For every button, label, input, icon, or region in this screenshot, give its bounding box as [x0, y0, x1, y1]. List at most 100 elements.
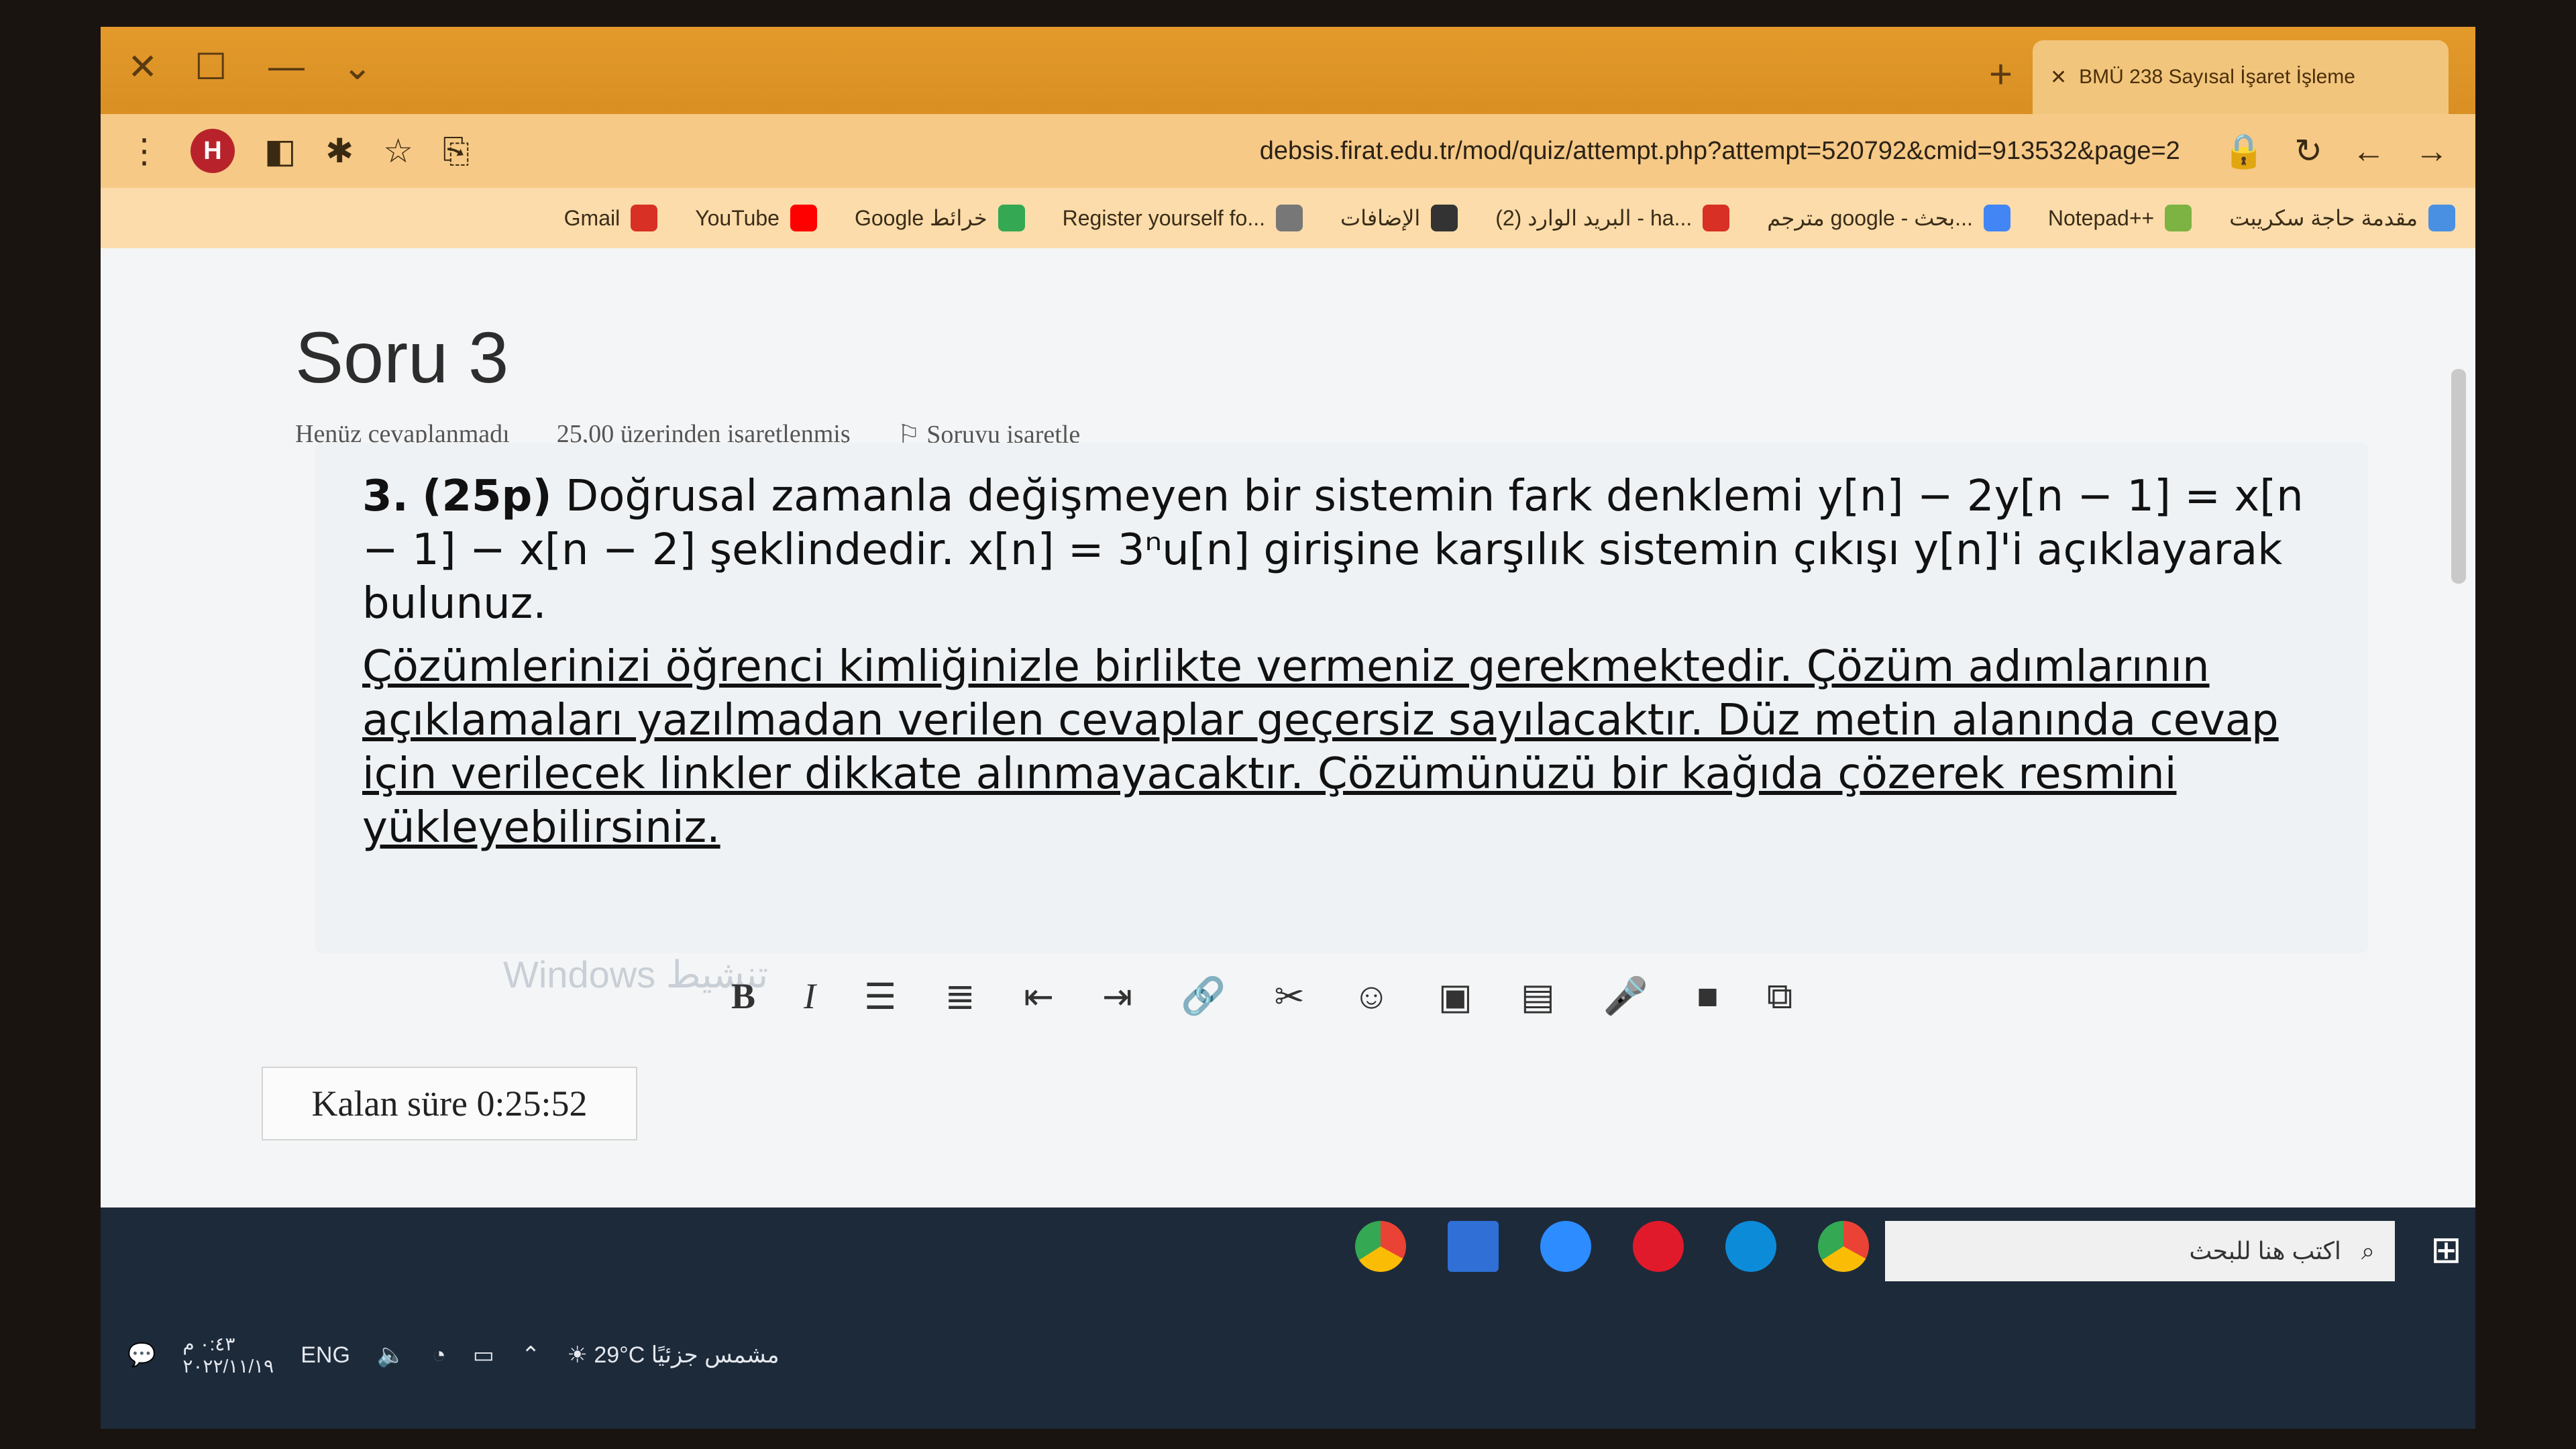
bookmark-item[interactable]: YouTube [695, 205, 817, 231]
bookmark-item[interactable]: مترجم google - بحث... [1767, 205, 2010, 231]
clock-time: ٠:٤٣ م [182, 1334, 235, 1354]
scrollbar[interactable] [2451, 369, 2466, 584]
weather-text: 29°C مشمس جزئيًا [594, 1342, 780, 1368]
bookmark-label: مترجم google - بحث... [1767, 206, 1973, 230]
weather-icon: ☀ [567, 1342, 594, 1368]
bookmark-item[interactable]: البريد الوارد (2) - ha... [1495, 205, 1730, 231]
chrome-icon-2[interactable] [1818, 1221, 1869, 1272]
zoom-icon[interactable] [1540, 1221, 1591, 1272]
outdent-icon[interactable]: ⇤ [1024, 975, 1054, 1018]
bookmark-label: Gmail [564, 205, 621, 230]
bookmark-icon [1431, 205, 1458, 231]
indent-icon[interactable]: ⇥ [1102, 975, 1132, 1018]
numbered-list-icon[interactable]: ≣ [945, 975, 975, 1018]
bookmark-item[interactable]: Register yourself fo... [1063, 205, 1303, 231]
image-icon[interactable]: ▣ [1438, 975, 1472, 1018]
bookmark-label: Notepad++ [2047, 205, 2155, 230]
language-indicator[interactable]: ENG [301, 1342, 350, 1368]
windows-start-icon[interactable]: ⊞ [2430, 1228, 2462, 1272]
bookmark-item[interactable]: Notepad++ [2048, 205, 2192, 231]
share-icon[interactable]: ⎘ [443, 131, 470, 171]
editor-toolbar: B I ☰ ≣ ⇤ ⇥ 🔗 ✂ ☺ ▣ ▤ 🎤 ■ ⧉ [315, 959, 1858, 1033]
remaining-time: Kalan süre 0:25:52 [262, 1067, 637, 1140]
volume-icon[interactable]: 🔈 [377, 1342, 405, 1368]
back-icon[interactable]: ← [2352, 131, 2385, 170]
star-icon[interactable]: ☆ [383, 131, 413, 170]
close-window-icon[interactable]: ✕ [127, 46, 158, 88]
extensions-icon[interactable]: ✱ [325, 131, 354, 170]
clock-date: ٢٠٢٢/١١/١٩ [182, 1356, 274, 1377]
question-header: Soru 3 Henüz cevaplanmadı 25,00 üzerinde… [295, 315, 1080, 449]
minimize-icon[interactable]: — [268, 46, 305, 87]
taskbar-search[interactable]: اكتب هنا للبحث ⌕ [1885, 1221, 2395, 1281]
copy-icon[interactable]: ⧉ [1767, 975, 1793, 1018]
menu-dots-icon[interactable]: ⋮ [127, 131, 161, 170]
bookmark-item[interactable]: مقدمة حاجة سكريبت [2229, 205, 2455, 231]
url-bar[interactable]: debsis.firat.edu.tr/mod/quiz/attempt.php… [499, 137, 2194, 166]
opera-icon[interactable] [1633, 1221, 1684, 1272]
bullet-list-icon[interactable]: ☰ [864, 975, 896, 1018]
question-number: 3. [362, 472, 409, 521]
unlink-icon[interactable]: ✂ [1274, 975, 1304, 1018]
bookmark-icon [631, 205, 658, 231]
search-icon: ⌕ [2361, 1236, 2375, 1265]
question-text: 3. (25p) Doğrusal zamanla değişmeyen bir… [362, 470, 2321, 864]
reload-icon[interactable]: ↻ [2294, 131, 2322, 170]
system-tray: 💬 ٠:٤٣ م ٢٠٢٢/١١/١٩ ENG 🔈 ◔ ▭ ⌃ ☀ 29°C م… [101, 1315, 2475, 1395]
bookmark-label: Register yourself fo... [1062, 205, 1265, 230]
question-title: Soru 3 [295, 317, 509, 398]
chevron-down-icon[interactable]: ⌄ [342, 46, 372, 88]
question-body-1: Doğrusal zamanla değişmeyen bir sistemin… [362, 472, 2304, 629]
taskbar-apps [1355, 1221, 1962, 1272]
bookmark-label: مقدمة حاجة سكريبت [2229, 206, 2418, 230]
bookmark-icon [998, 205, 1025, 231]
question-points: (25p) [422, 472, 552, 521]
bookmark-item[interactable]: Gmail [564, 205, 658, 231]
search-placeholder: اكتب هنا للبحث [2189, 1237, 2341, 1265]
question-body-2: Çözümlerinizi öğrenci kimliğinizle birli… [362, 642, 2279, 853]
question-box: 3. (25p) Doğrusal zamanla değişmeyen bir… [315, 443, 2368, 953]
bookmark-label: الإضافات [1340, 206, 1421, 230]
bookmark-icon [1703, 205, 1730, 231]
video-icon[interactable]: ■ [1697, 975, 1719, 1017]
tab-title: BMÜ 238 Sayısal İşaret İşleme [2079, 66, 2355, 88]
italic-button[interactable]: I [804, 975, 816, 1017]
forward-icon[interactable]: → [2415, 131, 2449, 170]
bookmarks-bar: Gmail YouTube Google خرائط Register yoursel… [101, 188, 2475, 248]
bookmark-label: YouTube [695, 205, 780, 230]
sidebar-icon[interactable]: ◧ [264, 131, 296, 170]
close-tab-icon[interactable]: ✕ [2050, 66, 2067, 89]
maximize-icon[interactable]: ☐ [195, 46, 227, 88]
microphone-icon[interactable]: 🎤 [1603, 975, 1648, 1018]
bookmark-item[interactable]: Google خرائط [855, 205, 1025, 231]
bookmark-item[interactable]: الإضافات [1340, 205, 1458, 231]
laptop-screen: ✕ ☐ — ⌄ + ✕ BMÜ 238 Sayısal İşaret İşlem… [101, 27, 2475, 1429]
bookmark-label: البريد الوارد (2) - ha... [1495, 206, 1693, 230]
bookmark-icon [1983, 205, 2010, 231]
browser-toolbar: ⋮ H ◧ ✱ ☆ ⎘ debsis.firat.edu.tr/mod/quiz… [101, 114, 2475, 188]
store-icon[interactable] [1448, 1221, 1499, 1272]
edge-icon[interactable] [1725, 1221, 1776, 1272]
bold-button[interactable]: B [731, 975, 755, 1017]
bookmark-label: Google خرائط [854, 206, 987, 230]
wifi-icon[interactable]: ◔ [432, 1342, 446, 1368]
notifications-icon[interactable]: 💬 [127, 1342, 156, 1368]
new-tab-button[interactable]: + [1989, 51, 2012, 97]
chrome-icon[interactable] [1355, 1221, 1406, 1272]
chevron-up-icon[interactable]: ⌃ [521, 1342, 541, 1368]
link-icon[interactable]: 🔗 [1181, 975, 1226, 1018]
browser-tab-strip: ✕ ☐ — ⌄ + ✕ BMÜ 238 Sayısal İşaret İşlem… [101, 27, 2475, 114]
bookmark-icon [790, 205, 817, 231]
avatar[interactable]: H [191, 129, 235, 173]
bookmark-icon [2165, 205, 2192, 231]
lock-icon: 🔒 [2222, 131, 2265, 170]
bookmark-icon [2428, 205, 2455, 231]
weather-widget[interactable]: ☀ 29°C مشمس جزئيًا [567, 1342, 779, 1368]
windows-taskbar: اكتب هنا للبحث ⌕ ⊞ 💬 ٠:٤٣ م ٢٠٢٢/١١/١٩ E… [101, 1208, 2475, 1429]
tab-active[interactable]: ✕ BMÜ 238 Sayısal İşaret İşleme [2033, 40, 2449, 114]
clock[interactable]: ٠:٤٣ م ٢٠٢٢/١١/١٩ [182, 1333, 274, 1377]
bookmark-icon [1275, 205, 1303, 231]
battery-icon[interactable]: ▭ [473, 1342, 494, 1368]
emoji-icon[interactable]: ☺ [1353, 975, 1390, 1017]
media-icon[interactable]: ▤ [1521, 975, 1555, 1018]
